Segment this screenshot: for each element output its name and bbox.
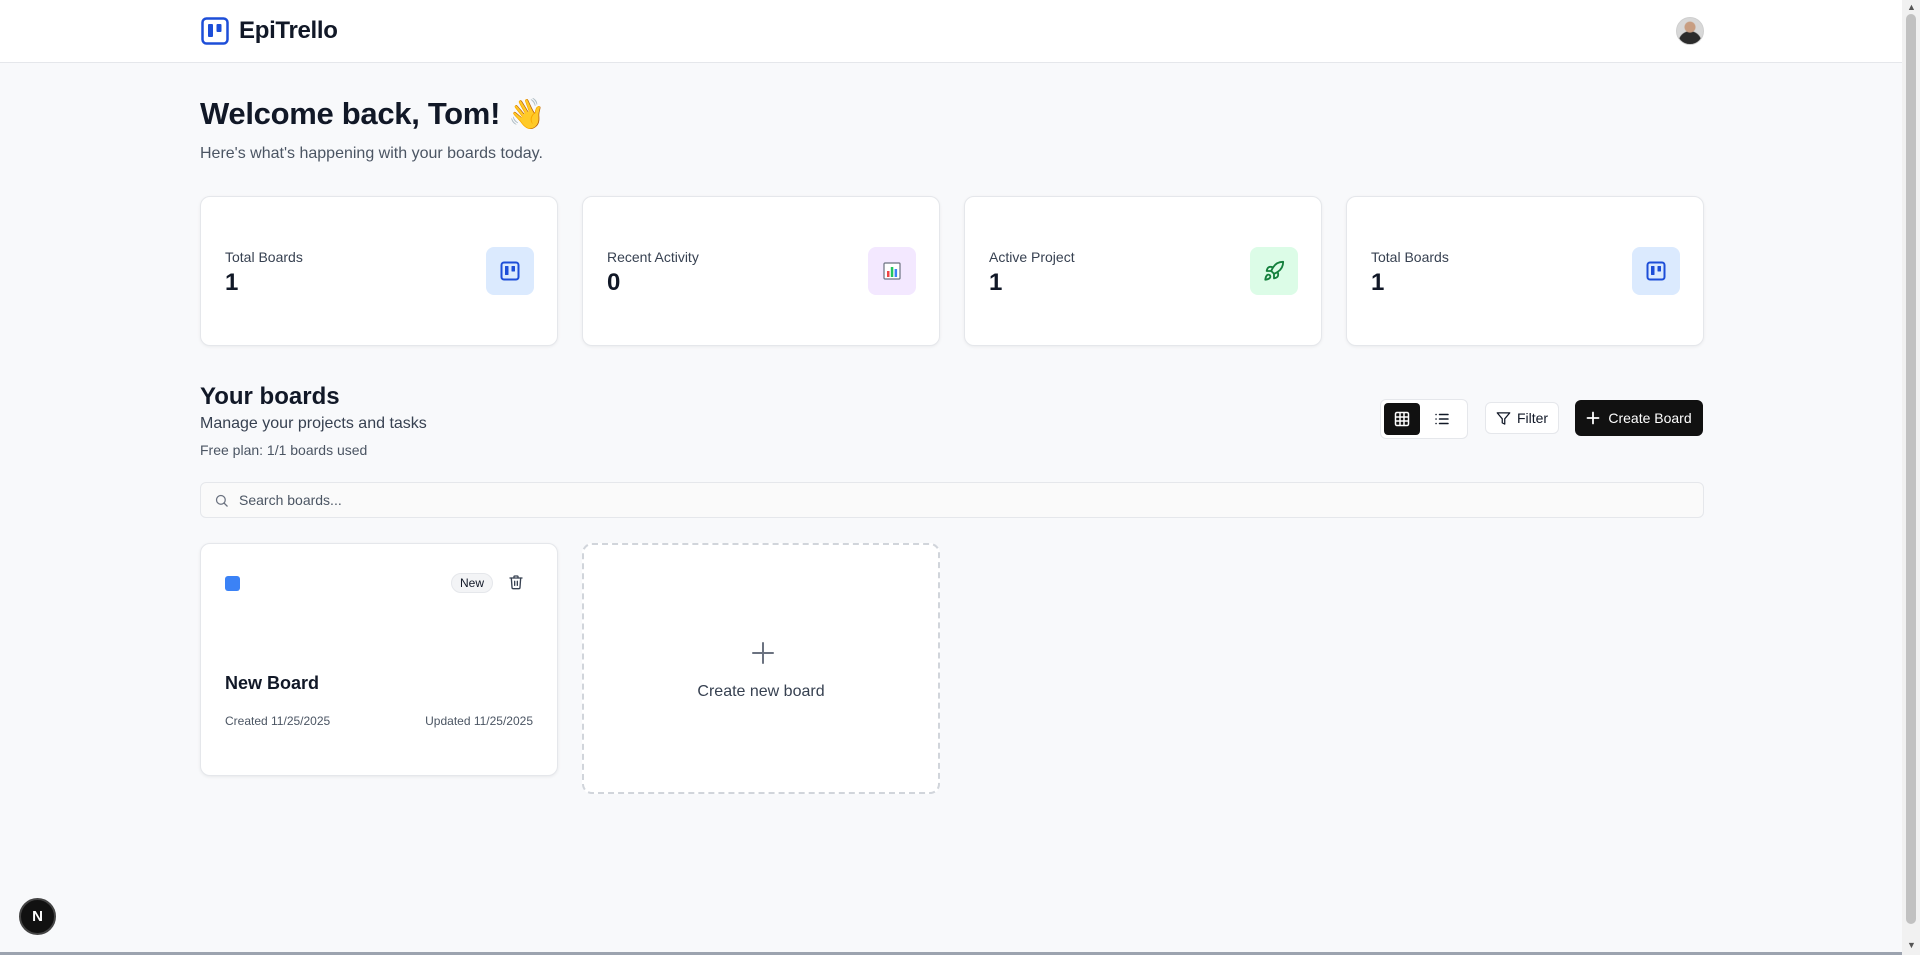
boards-section-subtitle: Manage your projects and tasks xyxy=(200,415,427,432)
create-new-board-card[interactable]: Create new board xyxy=(582,543,940,794)
stat-value: 1 xyxy=(225,269,239,296)
nextjs-logo-icon: N xyxy=(32,908,43,925)
board-icon xyxy=(486,247,534,295)
vertical-scrollbar[interactable]: ▲ ▼ xyxy=(1902,0,1920,955)
list-view-button[interactable] xyxy=(1424,403,1460,435)
stat-label: Recent Activity xyxy=(607,249,699,265)
filter-icon xyxy=(1496,411,1511,425)
welcome-text: Welcome back, Tom! xyxy=(200,96,501,131)
app-name: EpiTrello xyxy=(239,17,338,44)
trash-icon xyxy=(509,575,523,590)
trello-logo-icon xyxy=(201,17,229,45)
filter-button[interactable]: Filter xyxy=(1485,402,1559,434)
stat-value: 0 xyxy=(607,269,621,296)
brand-logo[interactable]: EpiTrello xyxy=(201,17,338,45)
list-icon xyxy=(1435,413,1449,425)
scroll-down-arrow-icon[interactable]: ▼ xyxy=(1907,940,1916,950)
welcome-heading: Welcome back, Tom! 👋 xyxy=(200,96,546,132)
create-board-label: Create Board xyxy=(1608,410,1692,426)
scroll-up-arrow-icon[interactable]: ▲ xyxy=(1907,2,1916,12)
stat-value: 1 xyxy=(989,269,1003,296)
scrollbar-thumb[interactable] xyxy=(1906,14,1916,924)
create-new-board-label: Create new board xyxy=(697,683,825,700)
bar-chart-icon xyxy=(868,247,916,295)
grid-view-button[interactable] xyxy=(1384,403,1420,435)
search-bar xyxy=(200,482,1704,518)
board-card[interactable]: New New Board Created 11/25/2025 Updated… xyxy=(200,543,558,776)
top-navbar: EpiTrello xyxy=(0,0,1902,63)
grid-icon xyxy=(1394,411,1410,427)
welcome-subtitle: Here's what's happening with your boards… xyxy=(200,145,543,162)
boards-section-title: Your boards xyxy=(200,383,340,410)
stat-card-total-boards-2: Total Boards 1 xyxy=(1346,196,1704,346)
create-board-button[interactable]: Create Board xyxy=(1575,400,1703,436)
stat-value: 1 xyxy=(1371,269,1385,296)
board-name: New Board xyxy=(225,673,320,693)
board-updated-date: Updated 11/25/2025 xyxy=(425,714,533,728)
board-color-swatch xyxy=(225,576,240,591)
board-icon xyxy=(1632,247,1680,295)
board-created-date: Created 11/25/2025 xyxy=(225,714,331,728)
delete-board-button[interactable] xyxy=(508,574,524,595)
search-input[interactable] xyxy=(239,492,1639,508)
rocket-icon xyxy=(1250,247,1298,295)
view-toggle xyxy=(1380,399,1468,439)
plan-usage-text: Free plan: 1/1 boards used xyxy=(200,442,368,458)
stat-label: Active Project xyxy=(989,249,1075,265)
search-icon xyxy=(215,494,228,507)
plus-icon xyxy=(752,642,774,664)
stat-label: Total Boards xyxy=(1371,249,1449,265)
wave-emoji-icon: 👋 xyxy=(508,97,546,132)
nextjs-dev-badge[interactable]: N xyxy=(19,898,56,935)
stat-label: Total Boards xyxy=(225,249,303,265)
stat-card-recent-activity: Recent Activity 0 xyxy=(582,196,940,346)
new-badge: New xyxy=(451,573,494,593)
plus-icon xyxy=(1586,411,1600,425)
user-avatar[interactable] xyxy=(1676,17,1704,45)
filter-label: Filter xyxy=(1516,410,1549,426)
stat-card-active-project: Active Project 1 xyxy=(964,196,1322,346)
stat-card-total-boards: Total Boards 1 xyxy=(200,196,558,346)
